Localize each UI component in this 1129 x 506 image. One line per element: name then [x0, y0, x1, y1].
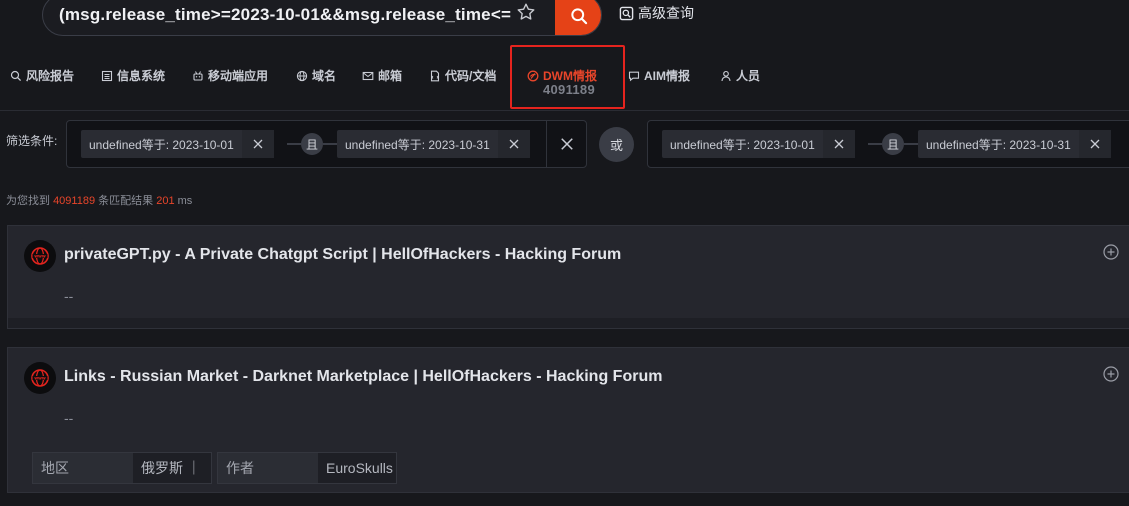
tab-domain[interactable]: 域名: [296, 67, 336, 84]
filter-group: undefined等于: 2023-10-01 且 undefined等于: 2…: [66, 120, 587, 168]
list-icon: [101, 70, 113, 81]
meta-key: 地区: [33, 453, 133, 483]
advanced-search-icon: [619, 6, 634, 20]
meta-author: 作者 EuroSkulls: [217, 452, 397, 484]
close-icon: [253, 139, 263, 149]
robot-icon: [193, 70, 203, 81]
and-operator-badge: 且: [301, 133, 323, 155]
filter-chip: undefined等于: 2023-10-01: [662, 130, 855, 158]
connector-line: [287, 143, 301, 145]
remove-filter-button[interactable]: [1078, 130, 1111, 158]
search-button[interactable]: [555, 0, 601, 35]
or-operator-badge: 或: [599, 127, 634, 162]
filter-label: 筛选条件:: [6, 134, 58, 148]
mail-icon: [362, 71, 374, 80]
filter-group: undefined等于: 2023-10-01 且 undefined等于: 2…: [647, 120, 1129, 168]
remove-filter-button[interactable]: [822, 130, 855, 158]
filter-chip-label: undefined等于: 2023-10-31: [926, 137, 1071, 152]
filter-chip: undefined等于: 2023-10-31: [337, 130, 530, 158]
meta-key: 作者: [218, 453, 318, 483]
tab-email[interactable]: 邮箱: [362, 67, 402, 84]
meta-value: EuroSkulls: [318, 453, 396, 483]
tab-people[interactable]: 人员: [720, 67, 760, 84]
connector-line: [868, 143, 882, 145]
add-circle-icon[interactable]: [1103, 366, 1119, 382]
and-operator-badge: 且: [882, 133, 904, 155]
remove-group-button[interactable]: [546, 121, 586, 167]
filter-chip: undefined等于: 2023-10-31: [918, 130, 1111, 158]
result-card[interactable]: www privateGPT.py - A Private Chatgpt Sc…: [7, 225, 1129, 329]
close-icon: [560, 138, 573, 150]
page: (msg.release_time>=2023-10-01&&msg.relea…: [0, 0, 1129, 506]
result-count: 4091189: [53, 195, 96, 207]
close-icon: [1090, 139, 1100, 149]
advanced-search-label: 高级查询: [638, 5, 694, 21]
remove-filter-button[interactable]: [497, 130, 530, 158]
tabs-divider: [0, 110, 1129, 111]
result-description: --: [64, 410, 74, 426]
tab-mobile-app[interactable]: 移动端应用: [192, 67, 268, 84]
close-icon: [834, 139, 844, 149]
user-icon: [721, 70, 731, 81]
filter-chip-label: undefined等于: 2023-10-01: [670, 137, 815, 152]
svg-text:www: www: [34, 375, 46, 380]
tab-info-system[interactable]: 信息系统: [101, 67, 165, 84]
active-tab-highlight: [510, 45, 625, 109]
meta-value: 俄罗斯 ｜: [133, 453, 211, 483]
query-time: 201: [156, 195, 175, 207]
result-summary: 为您找到 4091189 条匹配结果 201 ms: [6, 195, 193, 207]
globe-icon: [296, 70, 308, 81]
result-title-link[interactable]: Links - Russian Market - Darknet Marketp…: [64, 368, 662, 386]
search-query-text[interactable]: (msg.release_time>=2023-10-01&&msg.relea…: [59, 5, 511, 25]
result-card[interactable]: www Links - Russian Market - Darknet Mar…: [7, 347, 1129, 493]
search-input[interactable]: (msg.release_time>=2023-10-01&&msg.relea…: [42, 0, 602, 36]
chat-icon: [628, 71, 640, 81]
star-icon[interactable]: [515, 1, 537, 23]
tab-code-docs[interactable]: 代码/文档: [429, 67, 496, 84]
search-icon: [571, 8, 588, 25]
connector-line: [323, 143, 337, 145]
close-icon: [509, 139, 519, 149]
svg-text:www: www: [34, 253, 46, 258]
remove-filter-button[interactable]: [241, 130, 274, 158]
connector-line: [904, 143, 918, 145]
tab-aim-intel[interactable]: AIM情报: [628, 67, 690, 84]
advanced-search-link[interactable]: 高级查询: [619, 3, 694, 23]
add-circle-icon[interactable]: [1103, 244, 1119, 260]
result-title-link[interactable]: privateGPT.py - A Private Chatgpt Script…: [64, 246, 621, 264]
filter-chip-label: undefined等于: 2023-10-01: [89, 137, 234, 152]
filter-chip: undefined等于: 2023-10-01: [81, 130, 274, 158]
meta-region: 地区 俄罗斯 ｜: [32, 452, 212, 484]
result-description: --: [64, 288, 74, 304]
tab-risk-report[interactable]: 风险报告: [10, 67, 74, 84]
card-footer-strip: [8, 318, 1129, 328]
search-icon: [10, 70, 22, 81]
filter-chip-label: undefined等于: 2023-10-31: [345, 137, 490, 152]
document-icon: [430, 70, 440, 81]
www-globe-icon: www: [24, 362, 56, 394]
www-globe-icon: www: [24, 240, 56, 272]
